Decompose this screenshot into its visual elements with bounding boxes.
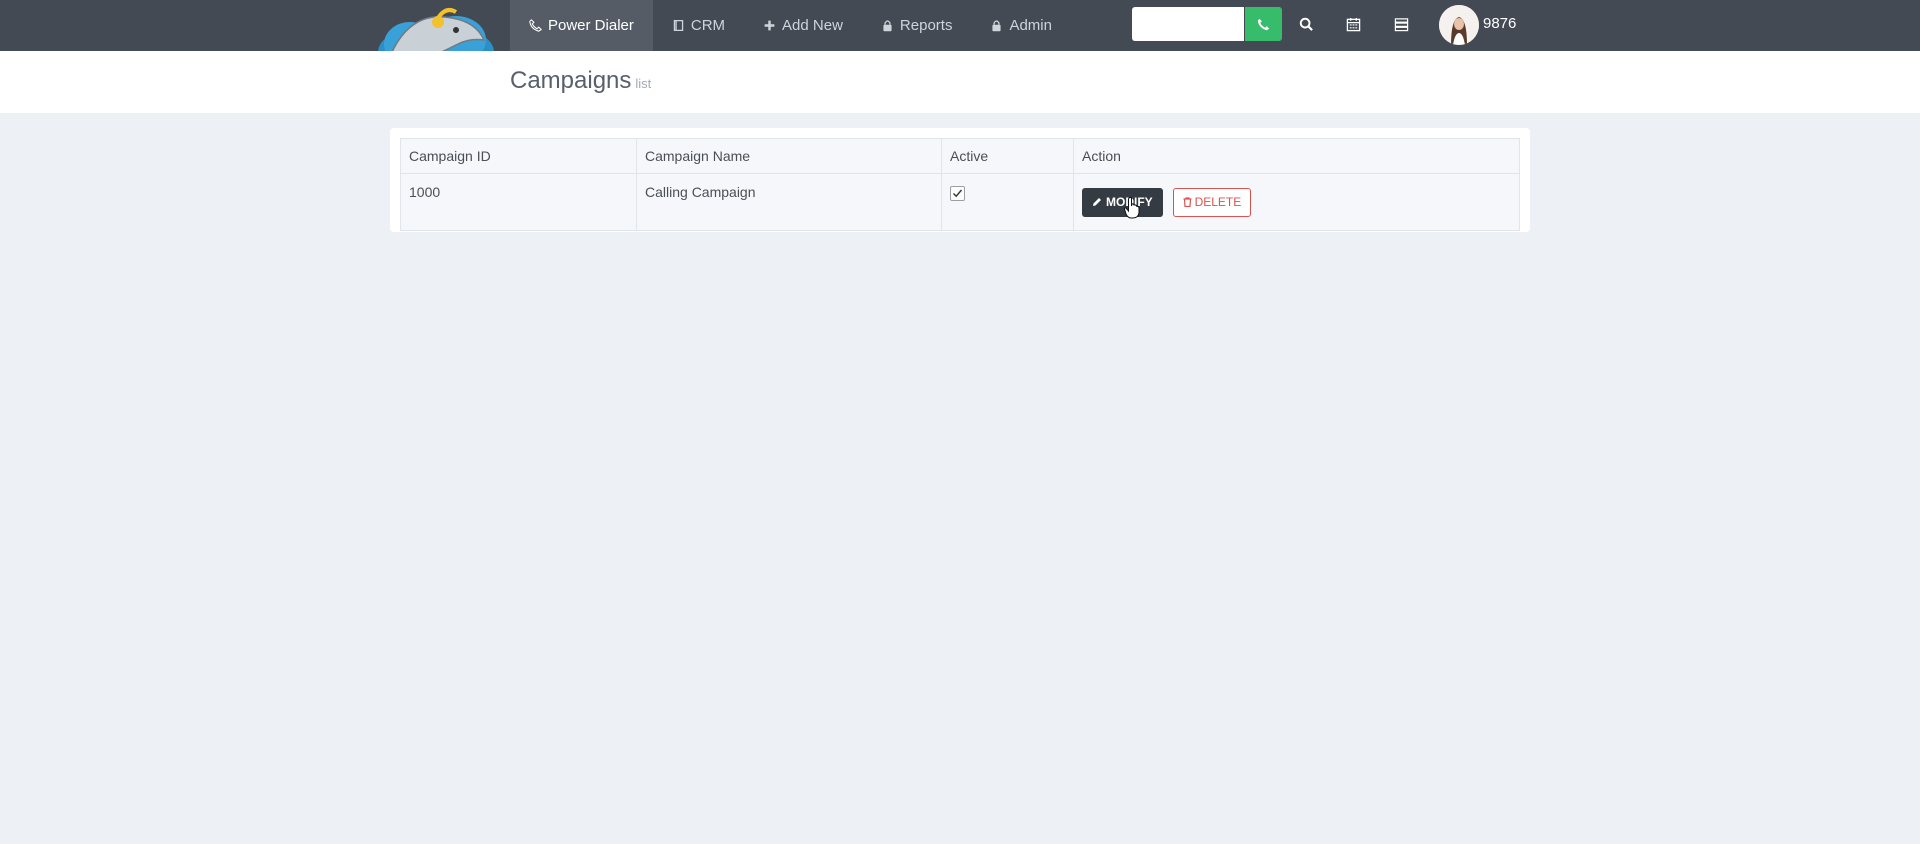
cell-campaign-id: 1000 <box>400 173 637 231</box>
calendar-button[interactable] <box>1342 13 1364 35</box>
list-button[interactable] <box>1390 13 1412 35</box>
nav-label: Add New <box>782 17 843 34</box>
nav-label: Admin <box>1009 17 1052 34</box>
trash-icon <box>1183 197 1192 207</box>
call-button[interactable] <box>1245 7 1282 41</box>
table-row: 1000 Calling Campaign MODIFY DELETE <box>400 173 1520 231</box>
avatar[interactable] <box>1439 5 1479 45</box>
hand-cursor-icon <box>1124 197 1140 219</box>
search-button[interactable] <box>1295 13 1317 35</box>
cell-action: MODIFY DELETE <box>1073 173 1520 231</box>
col-header-active: Active <box>941 138 1074 174</box>
modify-button[interactable]: MODIFY <box>1082 187 1163 217</box>
page-title: Campaigns list <box>510 67 651 95</box>
checkmark-icon <box>953 189 963 198</box>
active-checkbox[interactable] <box>950 186 965 201</box>
nav-power-dialer[interactable]: Power Dialer <box>510 0 653 51</box>
search-icon <box>1299 17 1313 31</box>
list-icon <box>1394 17 1408 31</box>
nav-label: Reports <box>899 17 953 34</box>
campaigns-table: Campaign ID Campaign Name Active Action … <box>400 138 1520 231</box>
page-subtitle: list <box>635 76 652 91</box>
nav-admin[interactable]: Admin <box>971 0 1071 51</box>
campaigns-panel: Campaign ID Campaign Name Active Action … <box>390 128 1530 232</box>
table-header-row: Campaign ID Campaign Name Active Action <box>400 138 1520 174</box>
page-title-text: Campaigns <box>510 67 632 94</box>
cell-campaign-name: Calling Campaign <box>636 173 942 231</box>
plus-icon <box>764 20 775 31</box>
page-header <box>0 51 1920 113</box>
cell-active <box>941 173 1074 231</box>
lock-icon <box>883 20 892 32</box>
col-header-campaign-name: Campaign Name <box>636 138 942 174</box>
pencil-icon <box>1093 198 1101 206</box>
nav-label: Power Dialer <box>548 17 634 34</box>
phone-icon <box>529 19 542 32</box>
phone-icon <box>1257 18 1270 30</box>
nav-add-new[interactable]: Add New <box>744 0 862 51</box>
delete-label: DELETE <box>1194 195 1242 209</box>
nav-reports[interactable]: Reports <box>862 0 972 51</box>
user-extension[interactable]: 9876 <box>1483 15 1516 32</box>
book-icon <box>673 19 684 32</box>
nav-label: CRM <box>690 17 726 34</box>
col-header-campaign-id: Campaign ID <box>400 138 637 174</box>
nav-crm[interactable]: CRM <box>653 0 744 51</box>
user-avatar-icon <box>1439 5 1479 45</box>
dial-input[interactable] <box>1132 7 1244 41</box>
lock-icon <box>992 20 1002 32</box>
main-nav: Power Dialer CRM Add New Reports Admin <box>510 0 1071 51</box>
calendar-icon <box>1346 17 1360 31</box>
delete-button[interactable]: DELETE <box>1172 187 1252 217</box>
col-header-action: Action <box>1073 138 1520 174</box>
